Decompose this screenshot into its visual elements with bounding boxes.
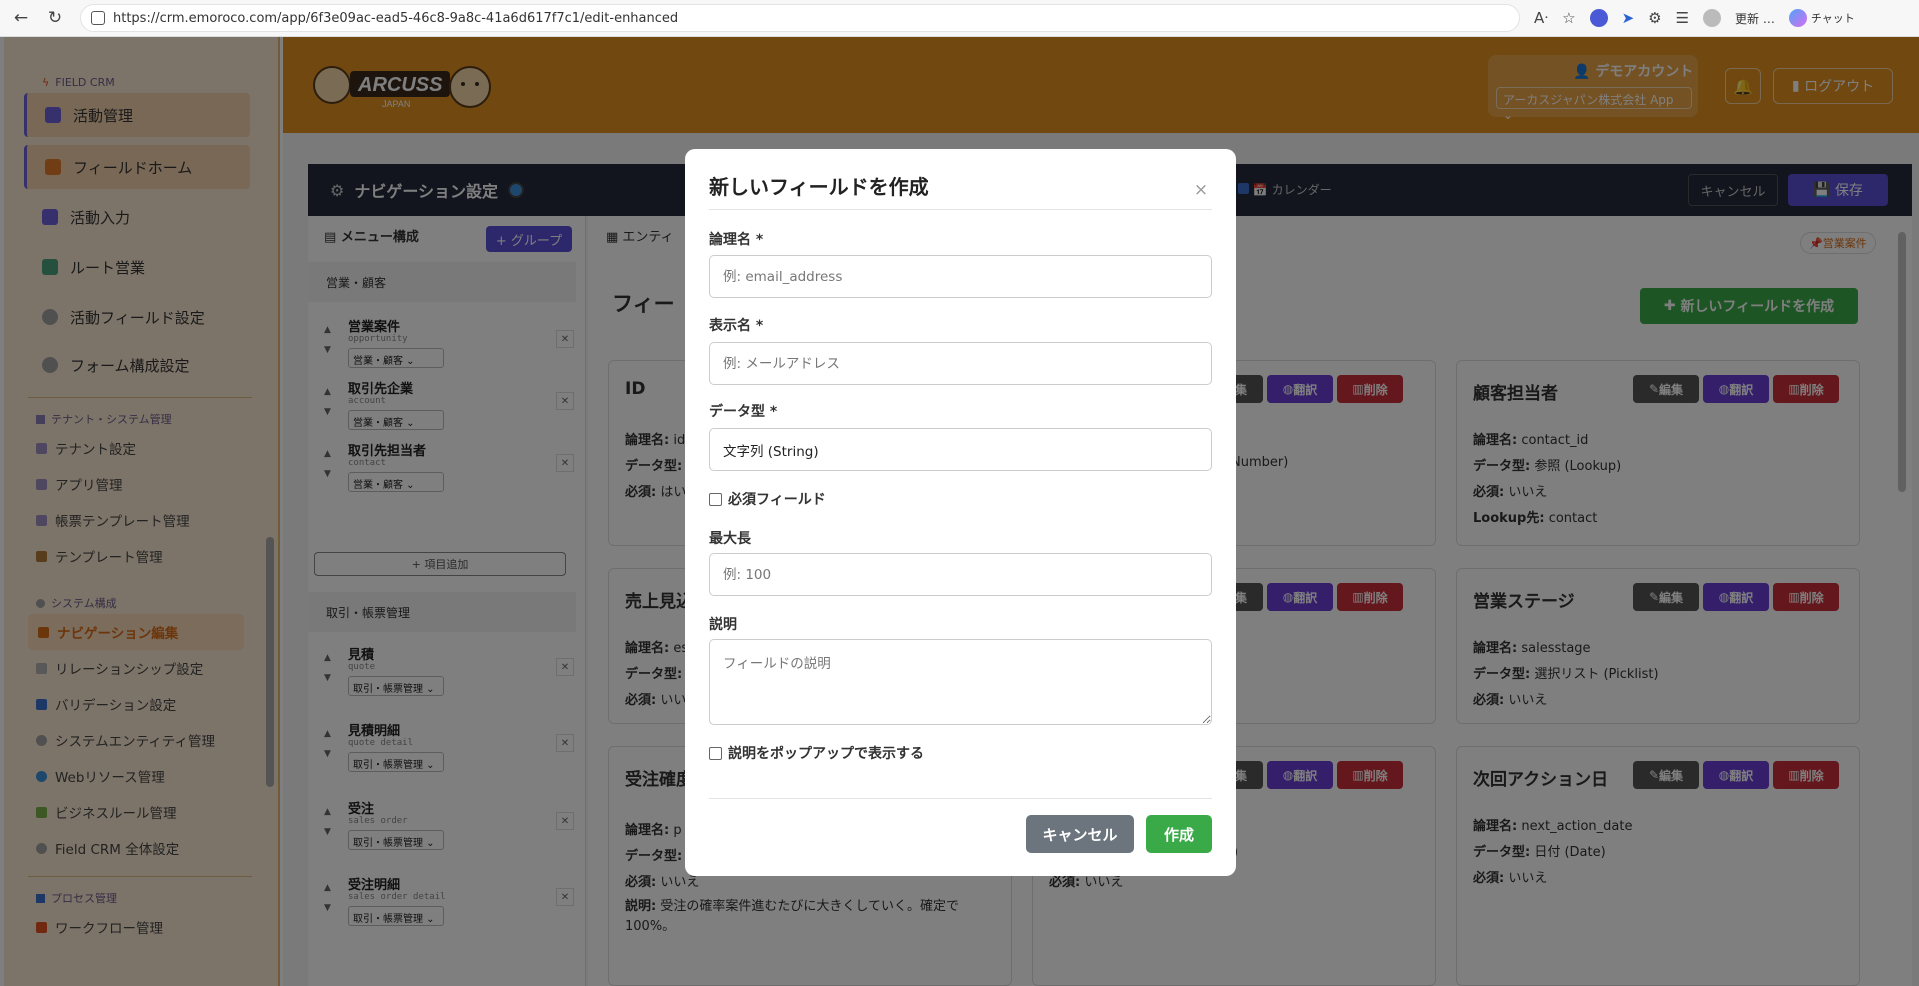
data-type-select[interactable]: 文字列 (String) bbox=[709, 428, 1212, 471]
data-type-label: データ型 * bbox=[709, 404, 778, 420]
logical-name-label: 論理名 * bbox=[709, 232, 764, 248]
checkbox-icon[interactable] bbox=[709, 492, 722, 506]
modal-title: 新しいフィールドを作成 bbox=[709, 175, 929, 199]
modal-header-divider bbox=[709, 209, 1212, 210]
popup-description-checkbox[interactable]: 説明をポップアップで表示する bbox=[709, 743, 924, 763]
cancel-button[interactable]: キャンセル bbox=[1026, 815, 1134, 853]
chat-label: チャット bbox=[1810, 12, 1855, 25]
create-button[interactable]: 作成 bbox=[1146, 815, 1212, 853]
address-bar[interactable]: https://crm.emoroco.com/app/6f3e09ac-ead… bbox=[80, 4, 1520, 32]
modal-footer-divider bbox=[709, 798, 1212, 799]
required-field-checkbox[interactable]: 必須フィールド bbox=[709, 489, 826, 509]
update-button[interactable]: 更新 … bbox=[1735, 10, 1775, 27]
extension-arrow-icon[interactable]: ➤ bbox=[1622, 9, 1635, 27]
display-name-label: 表示名 * bbox=[709, 318, 764, 334]
copilot-icon bbox=[1788, 9, 1807, 27]
description-label: 説明 bbox=[709, 617, 737, 633]
checkbox-icon[interactable] bbox=[709, 746, 722, 760]
max-length-input[interactable] bbox=[709, 553, 1212, 596]
extension-s-icon[interactable] bbox=[1589, 9, 1608, 27]
close-icon[interactable]: × bbox=[1192, 180, 1210, 200]
site-info-icon[interactable] bbox=[91, 11, 105, 25]
reload-icon[interactable]: ↻ bbox=[42, 5, 68, 31]
description-textarea[interactable] bbox=[709, 639, 1212, 725]
copilot-chat-button[interactable]: チャット bbox=[1788, 9, 1855, 27]
favorites-list-icon[interactable]: ☰ bbox=[1676, 9, 1689, 27]
favorite-star-icon[interactable]: ☆ bbox=[1562, 9, 1575, 27]
back-icon[interactable]: ← bbox=[8, 5, 34, 31]
profile-avatar[interactable] bbox=[1703, 9, 1722, 27]
browser-toolbar: ← ↻ https://crm.emoroco.com/app/6f3e09ac… bbox=[0, 0, 1919, 37]
url-text: https://crm.emoroco.com/app/6f3e09ac-ead… bbox=[113, 10, 679, 26]
max-length-label: 最大長 bbox=[709, 531, 751, 547]
create-field-modal: 新しいフィールドを作成 × 論理名 * 表示名 * データ型 * 文字列 (St… bbox=[685, 149, 1236, 876]
logical-name-input[interactable] bbox=[709, 255, 1212, 298]
extensions-puzzle-icon[interactable]: ⚙ bbox=[1648, 9, 1661, 27]
display-name-input[interactable] bbox=[709, 342, 1212, 385]
read-aloud-icon[interactable]: Aᐧ bbox=[1534, 9, 1548, 27]
